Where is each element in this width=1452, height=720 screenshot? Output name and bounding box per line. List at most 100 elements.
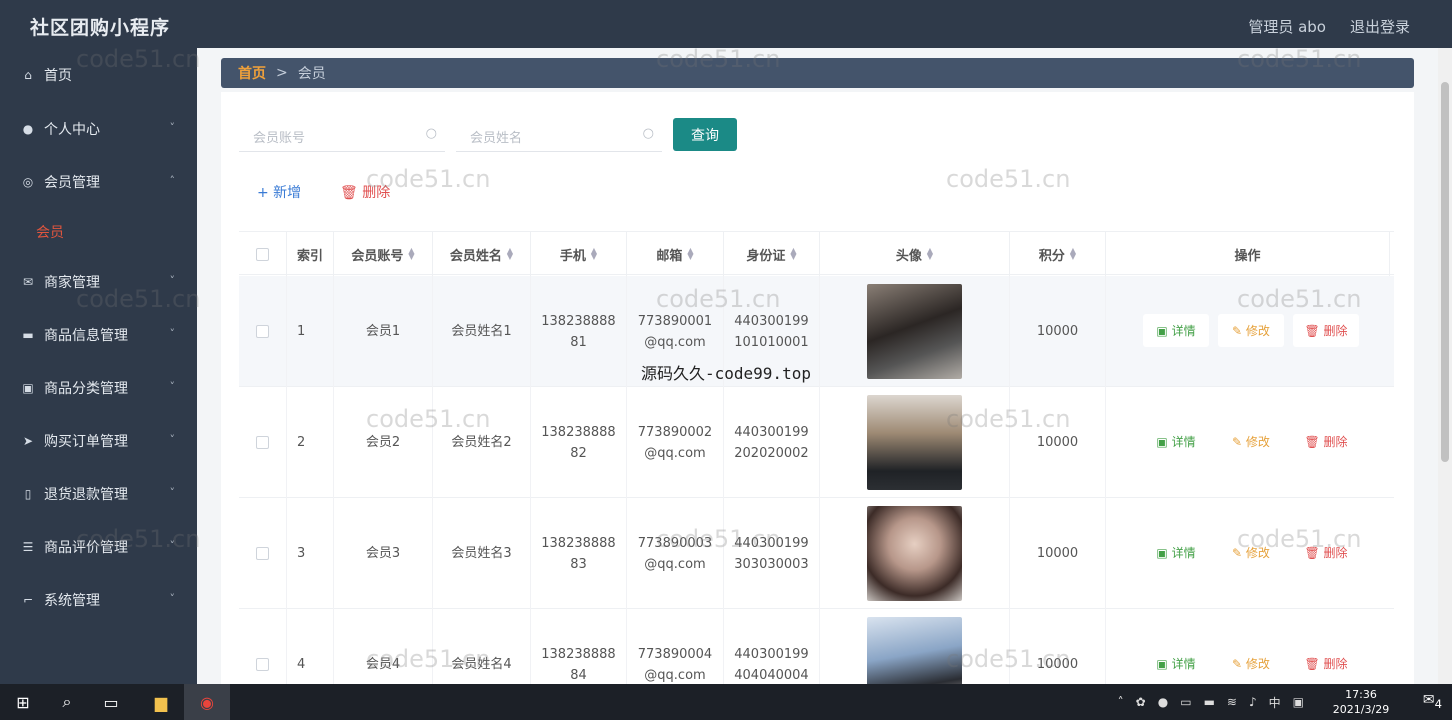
search-icon[interactable]: ⌕ (44, 684, 90, 720)
breadcrumb: 首页 > 会员 (221, 58, 1414, 88)
sidebar-item-goods[interactable]: ▬ 商品信息管理 ˅ (0, 317, 197, 353)
edit-button[interactable]: ✎ 修改 (1218, 536, 1284, 569)
page-scrollbar[interactable] (1438, 48, 1452, 684)
sidebar-item-home[interactable]: ⌂ 首页 (0, 57, 197, 93)
col-account[interactable]: 会员账号 ▲ ▼ (334, 232, 433, 276)
edit-button[interactable]: ✎ 修改 (1218, 425, 1284, 458)
chevron-up-icon[interactable]: ˄ (1118, 695, 1124, 709)
detail-icon: ▣ (1156, 434, 1172, 449)
col-idcard[interactable]: 身份证 ▲ ▼ (724, 232, 820, 276)
tray-app-icon[interactable]: ✿ (1136, 695, 1146, 709)
col-account-label: 会员账号 (351, 248, 404, 264)
sidebar-item-category[interactable]: ▣ 商品分类管理 ˅ (0, 370, 197, 406)
detail-button[interactable]: ▣ 详情 (1143, 536, 1209, 569)
scrollbar-thumb[interactable] (1441, 82, 1449, 462)
ime-indicator[interactable]: 中 (1269, 694, 1281, 711)
goods-icon: ▬ (22, 328, 34, 342)
name-search-placeholder: 会员姓名 (470, 131, 523, 146)
volume-icon[interactable]: ♪ (1249, 695, 1257, 709)
cell-index: 2 (287, 387, 334, 498)
sidebar-item-profile[interactable]: ● 个人中心 ˅ (0, 111, 197, 147)
detail-button[interactable]: ▣ 详情 (1143, 314, 1209, 347)
sidebar-item-reviews[interactable]: ☰ 商品评价管理 ˅ (0, 529, 197, 565)
account-search-input[interactable]: 会员账号 ○ (239, 120, 445, 152)
table-header: 索引 会员账号 ▲ ▼ 会员姓名 ▲ ▼ 手机 ▲ ▼ 邮箱 ▲ ▼ 身份证 ▲ ▼ 头像 ▲ ▼ 积分… (239, 231, 1394, 276)
user-icon: ● (22, 122, 34, 136)
col-email[interactable]: 邮箱 ▲ ▼ (627, 232, 724, 276)
logout-link[interactable]: 退出登录 (1350, 16, 1410, 37)
search-icon: ○ (425, 126, 437, 141)
sidebar-item-label: 商品信息管理 (44, 328, 128, 344)
query-button[interactable]: 查询 (673, 118, 737, 151)
row-checkbox[interactable] (256, 547, 269, 560)
email-line: 773890003 (637, 535, 713, 551)
row-checkbox[interactable] (256, 325, 269, 338)
sidebar-item-refunds[interactable]: ▯ 退货退款管理 ˅ (0, 476, 197, 512)
avatar[interactable] (867, 506, 962, 601)
file-explorer-icon[interactable]: ▆ (138, 684, 184, 720)
phone-line: 138238888 (541, 424, 616, 440)
edit-label: 修改 (1245, 435, 1270, 449)
detail-icon: ▣ (1156, 323, 1172, 338)
tray-app-icon[interactable]: ▭ (1180, 695, 1191, 709)
add-button[interactable]: + 新增 (257, 182, 301, 202)
idcard-line: 440300199 (734, 646, 809, 662)
col-index: 索引 (287, 232, 334, 276)
idcard-line: 202020002 (734, 445, 809, 461)
edit-button[interactable]: ✎ 修改 (1218, 314, 1284, 347)
sidebar: ⌂ 首页 ● 个人中心 ˅ ◎ 会员管理 ˄ 会员 ✉ 商家管理 ˅ ▬ 商品信… (0, 48, 197, 684)
row-checkbox[interactable] (256, 658, 269, 671)
battery-icon[interactable]: ▬ (1204, 695, 1215, 709)
wifi-icon[interactable]: ≋ (1227, 695, 1237, 709)
sidebar-item-orders[interactable]: ➤ 购买订单管理 ˅ (0, 423, 197, 459)
col-phone[interactable]: 手机 ▲ ▼ (531, 232, 627, 276)
delete-button[interactable]: 🗑 删除 (1293, 647, 1359, 680)
breadcrumb-home[interactable]: 首页 (238, 63, 266, 83)
col-name[interactable]: 会员姓名 ▲ ▼ (433, 232, 531, 276)
current-user[interactable]: 管理员 abo (1248, 16, 1326, 37)
delete-label: 删除 (1323, 435, 1348, 449)
sidebar-item-label: 商家管理 (44, 275, 100, 291)
delete-button[interactable]: 🗑 删除 (1293, 314, 1359, 347)
sidebar-item-merchants[interactable]: ✉ 商家管理 ˅ (0, 264, 197, 300)
sidebar-item-members[interactable]: ◎ 会员管理 ˄ (0, 164, 197, 200)
delete-label: 删除 (1323, 546, 1348, 560)
category-icon: ▣ (22, 381, 34, 395)
app-title: 社区团购小程序 (30, 17, 171, 39)
tray-app-icon[interactable]: ● (1158, 695, 1168, 709)
cell-points: 10000 (1010, 276, 1106, 387)
cell-account: 会员3 (334, 498, 433, 609)
cell-avatar (820, 276, 1010, 387)
windows-start-icon[interactable]: ⊞ (0, 684, 46, 720)
chrome-icon[interactable]: ◉ (184, 684, 230, 720)
notification-icon[interactable]: ✉4 (1423, 692, 1442, 711)
detail-button[interactable]: ▣ 详情 (1143, 425, 1209, 458)
trash-icon: 🗑 (1304, 545, 1324, 560)
col-avatar[interactable]: 头像 ▲ ▼ (820, 232, 1010, 276)
delete-button[interactable]: 🗑 删除 (1293, 425, 1359, 458)
email-line: 773890001 (637, 313, 713, 329)
sidebar-item-system[interactable]: ⌐ 系统管理 ˅ (0, 582, 197, 618)
overlay-watermark: 源码久久-code99.top (641, 364, 811, 383)
idcard-line: 404040004 (734, 667, 809, 683)
task-view-icon[interactable]: ▭ (88, 684, 134, 720)
refund-icon: ▯ (24, 487, 32, 501)
member-icon: ◎ (22, 175, 34, 189)
edit-label: 修改 (1245, 546, 1270, 560)
name-search-input[interactable]: 会员姓名 ○ (456, 120, 662, 152)
trash-icon: 🗑 (1304, 656, 1324, 671)
tray-app-icon[interactable]: ▣ (1293, 695, 1304, 709)
avatar[interactable] (867, 395, 962, 490)
select-all-checkbox[interactable] (256, 247, 269, 261)
col-points[interactable]: 积分 ▲ ▼ (1010, 232, 1106, 276)
batch-delete-button[interactable]: 🗑 删除 (340, 182, 390, 202)
row-checkbox[interactable] (256, 436, 269, 449)
avatar[interactable] (867, 284, 962, 379)
taskbar-clock[interactable]: 17:36 2021/3/29 (1326, 687, 1396, 717)
edit-button[interactable]: ✎ 修改 (1218, 647, 1284, 680)
sidebar-subitem-member[interactable]: 会员 (36, 222, 64, 242)
detail-button[interactable]: ▣ 详情 (1143, 647, 1209, 680)
delete-button[interactable]: 🗑 删除 (1293, 536, 1359, 569)
email-line: @qq.com (644, 667, 706, 683)
sort-icon: ▲ ▼ (590, 246, 598, 261)
